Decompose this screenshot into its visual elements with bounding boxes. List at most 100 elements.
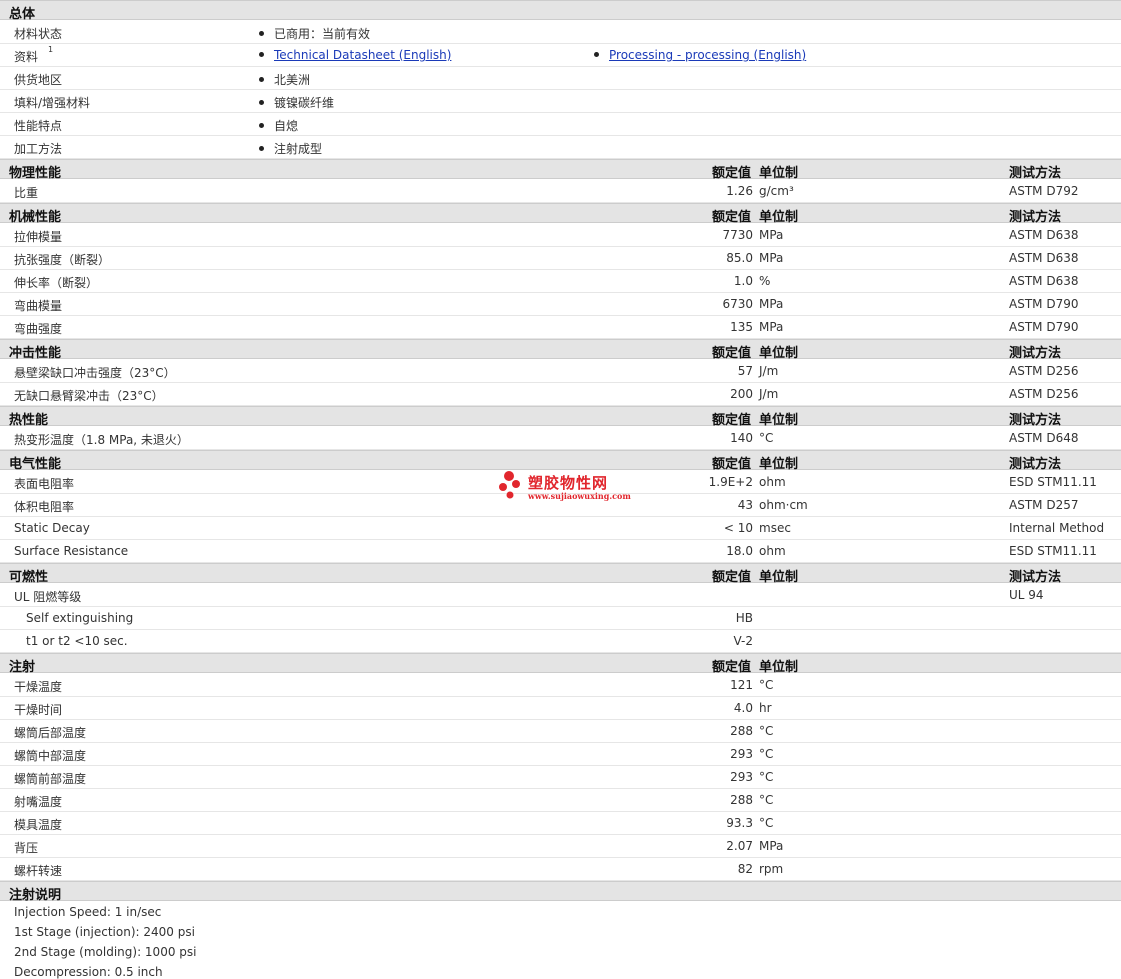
- section-header: 注射 额定值 单位制: [0, 653, 1121, 675]
- property-value: 121: [730, 678, 753, 692]
- property-row: t1 or t2 <10 sec. V-2: [0, 630, 1121, 653]
- section-title: 物理性能: [9, 166, 62, 181]
- property-unit: °C: [759, 431, 774, 445]
- section-header: 冲击性能 额定值 单位制 测试方法: [0, 339, 1121, 361]
- property-row: 弯曲模量 6730 MPa ASTM D790: [0, 293, 1121, 316]
- general-label: 供货地区: [14, 73, 63, 87]
- general-row: 材料状态 已商用：当前有效: [0, 21, 1121, 44]
- property-name: UL 阻燃等级: [14, 590, 82, 604]
- test-method: ESD STM11.11: [1009, 544, 1097, 558]
- property-value: 135: [730, 320, 753, 334]
- section-title: 注射说明: [9, 888, 62, 903]
- property-row: 螺筒中部温度 293 °C: [0, 743, 1121, 766]
- value-header: 额定值: [711, 166, 751, 181]
- property-value: 1.9E+2: [708, 475, 753, 489]
- property-unit: °C: [759, 724, 774, 738]
- unit-header: 单位制: [759, 210, 799, 225]
- section-header-notes: 注射说明: [0, 881, 1121, 903]
- property-unit: MPa: [759, 839, 784, 853]
- property-value: 288: [730, 724, 753, 738]
- property-row: 干燥时间 4.0 hr: [0, 697, 1121, 720]
- bullet-item: 已商用：当前有效: [259, 25, 370, 42]
- property-value: V-2: [733, 634, 753, 648]
- bullet-icon: [259, 31, 264, 36]
- test-method: UL 94: [1009, 588, 1044, 602]
- property-name: 拉伸模量: [14, 230, 63, 244]
- property-name: 比重: [14, 186, 39, 200]
- property-unit: msec: [759, 521, 791, 535]
- property-value: 43: [737, 498, 753, 512]
- injection-note: 2nd Stage (molding): 1000 psi: [14, 945, 197, 959]
- property-name: 背压: [14, 841, 39, 855]
- section-title: 电气性能: [9, 457, 62, 472]
- property-value: 200: [730, 387, 753, 401]
- property-value: 4.0: [733, 701, 753, 715]
- property-row: 射嘴温度 288 °C: [0, 789, 1121, 812]
- property-row: 螺杆转速 82 rpm: [0, 858, 1121, 881]
- property-value: 288: [730, 793, 753, 807]
- unit-header: 单位制: [759, 413, 799, 428]
- property-name: 伸长率（断裂）: [14, 276, 99, 290]
- property-row: 模具温度 93.3 °C: [0, 812, 1121, 835]
- test-method: ASTM D790: [1009, 320, 1079, 334]
- property-unit: MPa: [759, 320, 784, 334]
- property-value: HB: [735, 611, 753, 625]
- bullet-item: 镀镍碳纤维: [259, 94, 334, 111]
- bullet-text: 注射成型: [274, 142, 323, 156]
- property-name: 弯曲强度: [14, 322, 63, 336]
- property-name: 弯曲模量: [14, 299, 63, 313]
- property-value: 293: [730, 747, 753, 761]
- bullet-item: 注射成型: [259, 140, 322, 157]
- test-method: ESD STM11.11: [1009, 475, 1097, 489]
- property-unit: %: [759, 274, 771, 288]
- property-row: 拉伸模量 7730 MPa ASTM D638: [0, 224, 1121, 247]
- property-unit: J/m: [759, 364, 779, 378]
- property-row: 背压 2.07 MPa: [0, 835, 1121, 858]
- value-header: 额定值: [711, 346, 751, 361]
- unit-header: 单位制: [759, 457, 799, 472]
- section-header: 可燃性 额定值 单位制 测试方法: [0, 563, 1121, 585]
- test-method: ASTM D638: [1009, 228, 1079, 242]
- property-name: 干燥温度: [14, 680, 63, 694]
- property-unit: °C: [759, 793, 774, 807]
- test-method: Internal Method: [1009, 521, 1105, 535]
- property-name: 射嘴温度: [14, 795, 63, 809]
- general-row: 填料/增强材料 镀镍碳纤维: [0, 90, 1121, 113]
- property-name: 螺杆转速: [14, 864, 63, 878]
- method-header: 测试方法: [1009, 413, 1062, 428]
- bullet-icon: [594, 52, 599, 57]
- property-unit: ohm: [759, 544, 786, 558]
- property-unit: hr: [759, 701, 772, 715]
- general-label: 资料: [14, 50, 39, 64]
- technical-datasheet-link[interactable]: Technical Datasheet (English): [274, 48, 451, 62]
- general-row: 资料 1 Technical Datasheet (English) Processi…: [0, 44, 1121, 67]
- property-row: UL 阻燃等级 UL 94: [0, 584, 1121, 607]
- property-value: 7730: [722, 228, 753, 242]
- section-header: 物理性能 额定值 单位制 测试方法: [0, 159, 1121, 181]
- property-name: 热变形温度（1.8 MPa, 未退火）: [14, 433, 189, 447]
- property-name: Surface Resistance: [14, 544, 129, 558]
- bullet-item: 北美洲: [259, 71, 310, 88]
- property-unit: g/cm³: [759, 184, 794, 198]
- section-header: 机械性能 额定值 单位制 测试方法: [0, 203, 1121, 225]
- property-name: 悬壁梁缺口冲击强度（23°C）: [14, 366, 176, 380]
- property-value: < 10: [723, 521, 753, 535]
- bullet-link-item: Technical Datasheet (English): [259, 48, 451, 62]
- property-row: 螺筒前部温度 293 °C: [0, 766, 1121, 789]
- general-row: 性能特点 自熄: [0, 113, 1121, 136]
- section-title: 总体: [9, 7, 36, 22]
- value-header: 额定值: [711, 413, 751, 428]
- processing-link[interactable]: Processing - processing (English): [609, 48, 806, 62]
- method-header: 测试方法: [1009, 210, 1062, 225]
- bullet-icon: [259, 52, 264, 57]
- property-row: 伸长率（断裂） 1.0% ASTM D638: [0, 270, 1121, 293]
- property-name: Self extinguishing: [26, 611, 134, 625]
- section-header-general: 总体: [0, 0, 1121, 22]
- test-method: ASTM D792: [1009, 184, 1079, 198]
- watermark-dots-icon: [499, 471, 520, 499]
- property-name: 体积电阻率: [14, 500, 75, 514]
- section-title: 热性能: [9, 413, 49, 428]
- property-name: Static Decay: [14, 521, 90, 535]
- bullet-icon: [259, 100, 264, 105]
- general-label: 加工方法: [14, 142, 63, 156]
